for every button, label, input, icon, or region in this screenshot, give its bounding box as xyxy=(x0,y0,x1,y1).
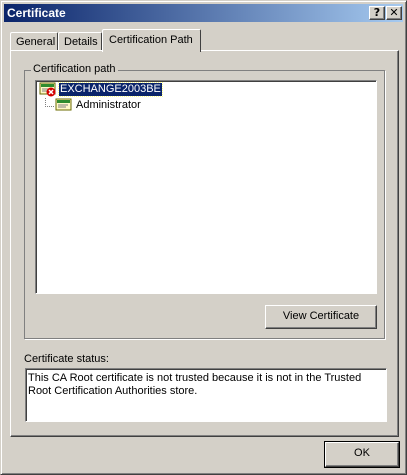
help-button[interactable]: ? xyxy=(369,6,385,20)
view-certificate-button[interactable]: View Certificate xyxy=(265,305,377,329)
certification-path-label: Certification path xyxy=(31,63,118,75)
certificate-icon xyxy=(55,98,72,111)
tree-connector xyxy=(45,106,54,107)
title-bar[interactable]: Certificate ? ✕ xyxy=(4,4,403,22)
certificate-dialog: Certificate ? ✕ General Details Certific… xyxy=(0,0,407,475)
tab-certification-path[interactable]: Certification Path xyxy=(102,29,201,52)
tab-panel: Certification path EXCHANGE2003BE Admini… xyxy=(10,50,399,437)
ok-button[interactable]: OK xyxy=(324,441,400,468)
tree-item-child-label: Administrator xyxy=(76,99,141,111)
tab-general[interactable]: General xyxy=(10,32,58,52)
tab-details[interactable]: Details xyxy=(58,32,102,52)
close-button[interactable]: ✕ xyxy=(386,6,402,20)
certificate-error-icon xyxy=(39,82,56,97)
certificate-status-text[interactable]: This CA Root certificate is not trusted … xyxy=(25,368,387,422)
certification-path-group: Certification path EXCHANGE2003BE Admini… xyxy=(24,63,385,339)
tree-item-root-label: EXCHANGE2003BE xyxy=(58,82,163,97)
window-title: Certificate xyxy=(7,6,66,20)
certificate-status-label: Certificate status: xyxy=(24,353,109,365)
certification-path-tree[interactable]: EXCHANGE2003BE Administrator xyxy=(35,80,377,294)
